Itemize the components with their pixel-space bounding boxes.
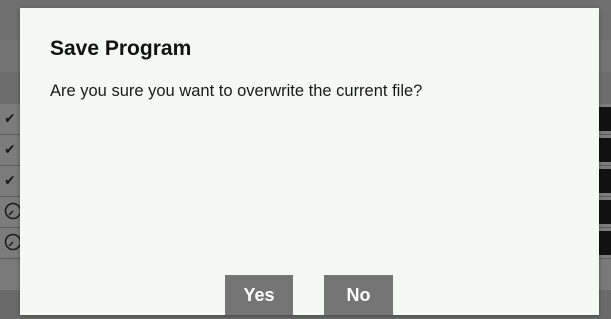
yes-button[interactable]: Yes [225, 275, 293, 315]
app-screen: ✔ ✔ ✔ Save Program Are you sure you want… [0, 0, 611, 319]
dialog-message: Are you sure you want to overwrite the c… [50, 82, 423, 100]
save-program-dialog: Save Program Are you sure you want to ov… [20, 8, 599, 315]
no-button[interactable]: No [324, 275, 393, 315]
dialog-title: Save Program [50, 37, 192, 60]
